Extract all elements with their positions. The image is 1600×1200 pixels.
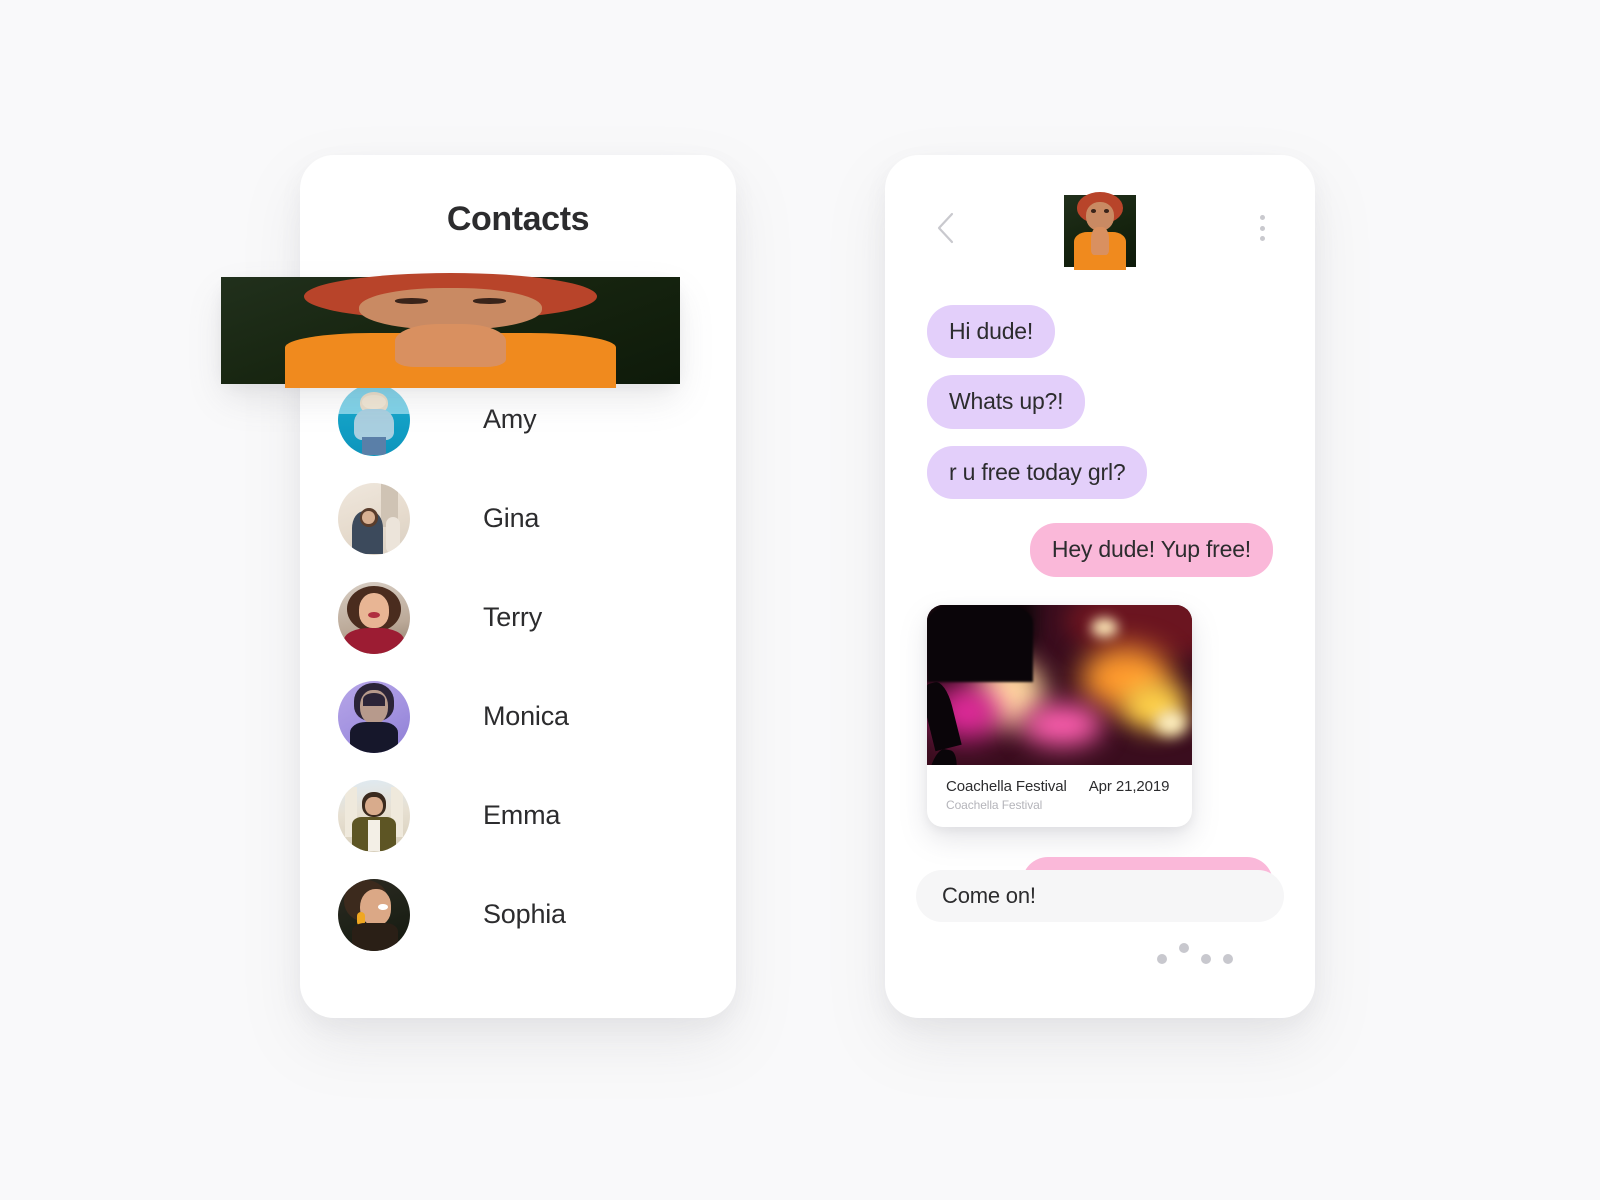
message-bubble-incoming[interactable]: Whats up?!: [927, 375, 1086, 429]
media-date: Apr 21,2019: [1088, 777, 1170, 795]
contact-name: Sophia: [483, 899, 566, 929]
message-input-value: Come on!: [942, 883, 1036, 908]
avatar-mia[interactable]: [1064, 192, 1136, 270]
contact-row-monica[interactable]: Monica: [300, 667, 736, 766]
typing-dot: [1157, 954, 1167, 965]
media-card-meta: Coachella Festival Apr 21,2019 Coachella…: [927, 765, 1192, 827]
contact-name: Amy: [483, 404, 537, 434]
contacts-list: Amy Gina Terry Monica Emma Sophia: [300, 370, 736, 964]
media-title: Coachella Festival: [946, 777, 1067, 795]
back-button[interactable]: [928, 211, 962, 245]
message-input[interactable]: Come on!: [916, 870, 1284, 922]
message-row: r u free today grl?: [927, 445, 1273, 500]
message-bubble-incoming[interactable]: Hi dude!: [927, 305, 1056, 359]
message-bubble-outgoing[interactable]: Hey dude! Yup free!: [1029, 523, 1273, 577]
media-card-heading: Coachella Festival Apr 21,2019: [946, 778, 1173, 795]
typing-dot: [1201, 954, 1211, 965]
message-row: Hi dude!: [927, 305, 1273, 359]
contact-row-mia-selected[interactable]: Mia ✨: [221, 272, 680, 389]
typing-dot: [1223, 954, 1233, 965]
avatar-terry: [338, 581, 410, 654]
typing-dot: [1179, 943, 1189, 954]
chat-header: [885, 155, 1315, 305]
contact-row-emma[interactable]: Emma: [300, 766, 736, 865]
app-canvas: Contacts Amy Gina Terry Monica Emma Soph…: [0, 0, 1600, 1200]
avatar-monica: [338, 680, 410, 753]
concert-crowd-photo: [927, 604, 1192, 765]
contact-name: Emma: [483, 800, 561, 830]
message-list: Hi dude! Whats up?! r u free today grl? …: [885, 305, 1315, 965]
chat-screen: Hi dude! Whats up?! r u free today grl? …: [885, 155, 1315, 1018]
avatar-gina: [338, 482, 410, 555]
contact-row-sophia[interactable]: Sophia: [300, 865, 736, 964]
avatar-amy: [338, 383, 410, 456]
more-options-button[interactable]: [1249, 212, 1275, 244]
chevron-left-icon: [937, 212, 954, 244]
contact-name: Gina: [483, 503, 540, 533]
more-vertical-icon-dot: [1259, 215, 1265, 220]
message-row-media: Coachella Festival Apr 21,2019 Coachella…: [927, 594, 1273, 840]
more-vertical-icon-dot: [1259, 225, 1265, 231]
media-subtitle: Coachella Festival: [946, 797, 1043, 812]
more-vertical-icon-dot: [1259, 236, 1265, 241]
contact-row-gina[interactable]: Gina: [300, 469, 736, 568]
contact-name: Terry: [483, 602, 542, 632]
message-row: Hey dude! Yup free!: [927, 523, 1273, 577]
avatar-mia: [221, 272, 680, 389]
typing-indicator: [927, 938, 1273, 965]
contact-row-terry[interactable]: Terry: [300, 568, 736, 667]
avatar-sophia: [338, 878, 410, 951]
avatar-emma: [338, 779, 410, 852]
page-title: Contacts: [446, 200, 590, 238]
message-bubble-incoming[interactable]: r u free today grl?: [927, 445, 1148, 500]
message-row: Whats up?!: [927, 375, 1273, 429]
contact-name: Monica: [483, 701, 569, 731]
media-card[interactable]: Coachella Festival Apr 21,2019 Coachella…: [927, 604, 1192, 827]
